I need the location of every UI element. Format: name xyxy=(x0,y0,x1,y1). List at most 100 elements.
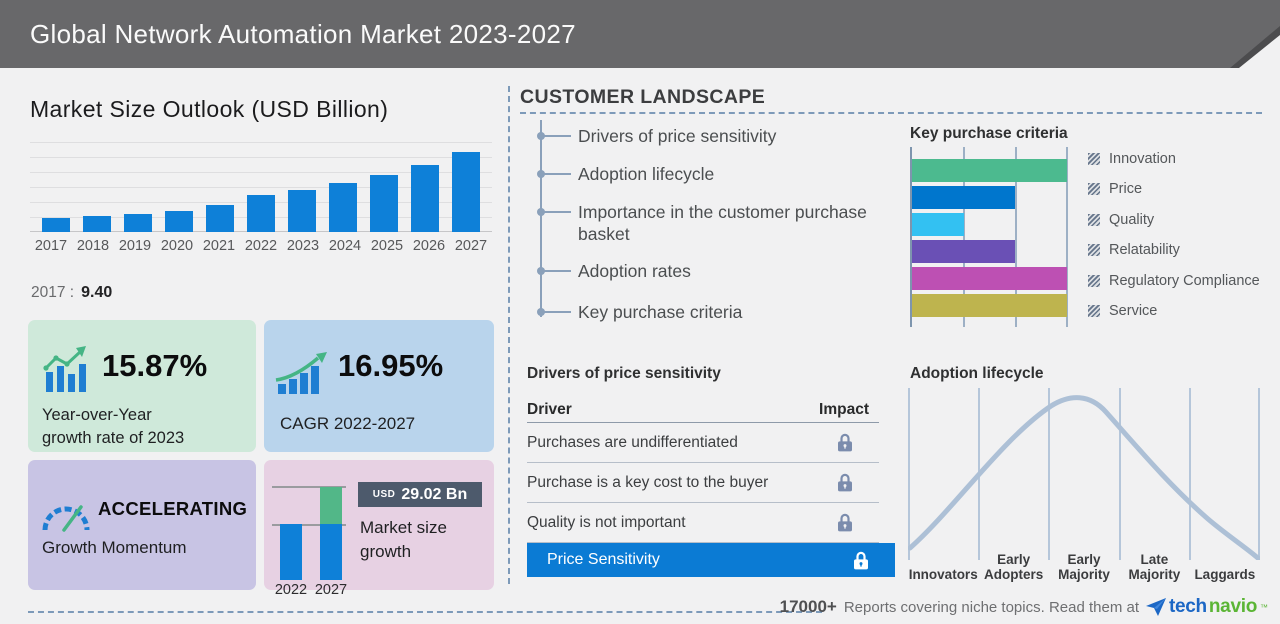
bar-growth-icon xyxy=(43,346,86,392)
legend-hatch-marker xyxy=(1088,305,1100,317)
legend-hatch-marker xyxy=(1088,153,1100,165)
market-size-bar xyxy=(247,195,275,232)
legend-label: Relatability xyxy=(1109,242,1180,258)
growth-momentum-card: ACCELERATING Growth Momentum xyxy=(28,460,256,590)
key-purchase-criteria-chart xyxy=(910,147,1068,327)
list-connector xyxy=(542,211,571,213)
base-year-label: 2017 : xyxy=(31,284,75,301)
footer: 17000+ Reports covering niche topics. Re… xyxy=(780,594,1268,620)
driver-label: Purchases are undifferentiated xyxy=(527,433,738,451)
list-spine xyxy=(540,120,542,317)
year-label: 2024 xyxy=(328,238,362,254)
growth-label: Market size growth xyxy=(360,516,447,564)
market-size-bar xyxy=(206,205,234,232)
legend-item: Innovation xyxy=(1088,151,1176,167)
growth-line2: growth xyxy=(360,542,412,561)
column-driver: Driver xyxy=(527,401,572,418)
criteria-bar xyxy=(912,294,1067,317)
bell-curve xyxy=(908,395,1260,560)
yoy-value: 15.87% xyxy=(102,348,208,383)
landscape-list-item: Importance in the customer purchase bask… xyxy=(578,202,867,244)
legend-item: Relatability xyxy=(1088,242,1180,258)
market-size-bar xyxy=(329,183,357,232)
legend-label: Regulatory Compliance xyxy=(1109,273,1260,289)
market-size-bar-chart xyxy=(30,142,492,232)
base-year-value: 9.40 xyxy=(81,284,113,301)
market-growth-card: 2022 2027 USD 29.02 Bn Market size growt… xyxy=(264,460,494,598)
key-purchase-criteria-title: Key purchase criteria xyxy=(910,125,1068,142)
speedometer-icon xyxy=(42,505,90,532)
market-size-x-labels: 2017 2018 2019 2020 2021 2022 2023 2024 2025 2026… xyxy=(30,238,492,254)
list-bullet xyxy=(537,267,545,275)
usd-growth-badge: USD 29.02 Bn xyxy=(358,482,482,507)
key-purchase-criteria-legend: Innovation Price Quality Relatability Regula… xyxy=(1088,147,1278,327)
vertical-divider xyxy=(508,86,510,584)
lock-icon xyxy=(838,513,852,532)
legend-hatch-marker xyxy=(1088,275,1100,287)
highlight-label: Price Sensitivity xyxy=(547,551,660,568)
adoption-lifecycle-chart xyxy=(908,388,1260,560)
mini-bar-2027-base xyxy=(320,524,342,580)
year-label: 2021 xyxy=(202,238,236,254)
legend-item: Quality xyxy=(1088,212,1154,228)
adopter-segment-label: Laggards xyxy=(1194,567,1256,582)
year-label: 2020 xyxy=(160,238,194,254)
legend-hatch-marker xyxy=(1088,214,1100,226)
mini-bar-2027-growth xyxy=(320,487,342,524)
list-bullet xyxy=(537,208,545,216)
criteria-bar xyxy=(912,159,1067,182)
mini-label-2027: 2027 xyxy=(314,582,348,598)
mini-label-2022: 2022 xyxy=(274,582,308,598)
criteria-bar xyxy=(912,240,1015,263)
market-growth-mini-chart xyxy=(272,486,352,580)
adopter-segment-label: Late Majority xyxy=(1128,552,1181,582)
market-size-bar xyxy=(411,165,439,232)
market-size-bar xyxy=(83,216,111,232)
yoy-line2: growth rate of 2023 xyxy=(42,429,185,447)
year-label: 2025 xyxy=(370,238,404,254)
list-bullet xyxy=(537,308,545,316)
market-size-bar xyxy=(288,190,316,232)
driver-label: Quality is not important xyxy=(527,513,686,531)
year-label: 2027 xyxy=(454,238,488,254)
list-connector xyxy=(542,173,571,175)
year-label: 2022 xyxy=(244,238,278,254)
market-size-bar xyxy=(124,214,152,232)
page-title: Global Network Automation Market 2023-20… xyxy=(30,19,576,49)
legend-item: Service xyxy=(1088,303,1157,319)
heading-underline xyxy=(520,112,1262,114)
technavio-plane-icon xyxy=(1146,598,1166,616)
cagr-card: 16.95% CAGR 2022-2027 xyxy=(264,320,494,452)
yoy-growth-card: 15.87% Year-over-Year growth rate of 202… xyxy=(28,320,256,452)
list-connector xyxy=(542,135,571,137)
legend-label: Service xyxy=(1109,303,1158,319)
price-sensitivity-highlight-row: Price Sensitivity xyxy=(527,543,895,577)
footer-dashed-line xyxy=(28,611,822,613)
legend-label: Price xyxy=(1109,181,1143,197)
adoption-lifecycle-labels: Innovators Early Adopters Early Majority Late… xyxy=(908,550,1260,582)
year-label: 2026 xyxy=(412,238,446,254)
year-label: 2019 xyxy=(118,238,152,254)
market-size-title: Market Size Outlook (USD Billion) xyxy=(30,96,389,122)
legend-hatch-marker xyxy=(1088,183,1100,195)
table-header: Driver Impact xyxy=(527,398,879,423)
adopter-segment-label: Early Majority xyxy=(1058,552,1110,582)
yoy-line1: Year-over-Year xyxy=(42,406,152,424)
criteria-bar xyxy=(912,213,964,236)
driver-row: Purchase is a key cost to the buyer xyxy=(527,463,879,503)
legend-hatch-marker xyxy=(1088,244,1100,256)
lock-icon xyxy=(838,433,852,452)
brand-tech: tech xyxy=(1169,596,1207,617)
market-size-bar xyxy=(165,211,193,232)
currency-label: USD xyxy=(372,489,396,500)
yoy-description: Year-over-Year growth rate of 2023 xyxy=(42,404,184,450)
legend-item: Regulatory Compliance xyxy=(1088,273,1260,289)
landscape-list-item: Adoption lifecycle xyxy=(578,164,715,184)
landscape-list-item: Adoption rates xyxy=(578,261,691,281)
criteria-bar xyxy=(912,186,1015,209)
lock-icon xyxy=(853,551,869,575)
price-sensitivity-title: Drivers of price sensitivity xyxy=(527,365,721,382)
momentum-label: Growth Momentum xyxy=(42,538,187,557)
cagr-trend-icon xyxy=(275,352,327,394)
trademark: ™ xyxy=(1260,602,1268,612)
